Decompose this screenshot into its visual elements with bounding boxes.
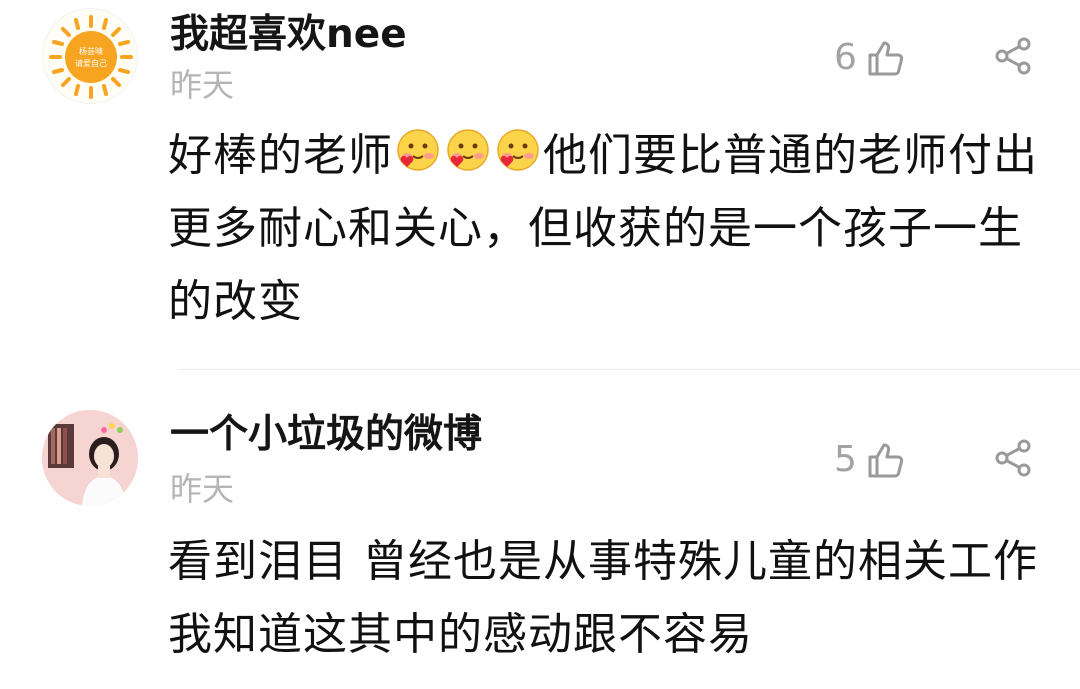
share-button[interactable] xyxy=(993,438,1033,482)
blushing-heart-emoji-icon xyxy=(394,125,442,173)
photo-avatar-icon xyxy=(42,410,138,506)
thumbs-up-icon xyxy=(868,443,903,478)
share-button[interactable] xyxy=(993,36,1033,80)
share-icon xyxy=(995,439,1031,477)
username[interactable]: 一个小垃圾的微博 xyxy=(170,411,482,459)
avatar-logo-text-1: 杨芸晴 xyxy=(79,46,103,56)
comment-text: 好棒的老师 他们要比普通的老师付出更多耐心和关心，但收获的是一个孩子一生的改变 xyxy=(168,119,1048,338)
avatar[interactable] xyxy=(42,410,138,506)
like-button[interactable]: 6 xyxy=(834,36,905,80)
comment-item: 一个小垃圾的微博 昨天 5 看到泪目 曾经也是从事特殊儿童的相关工作 我知道这其… xyxy=(0,370,1080,689)
blushing-heart-emoji-icon xyxy=(444,125,492,173)
like-button[interactable]: 5 xyxy=(834,438,905,482)
like-count: 6 xyxy=(834,37,857,78)
like-count: 5 xyxy=(834,439,857,480)
timestamp: 昨天 xyxy=(170,66,235,104)
timestamp: 昨天 xyxy=(170,470,235,508)
comment-text-part: 好棒的老师 xyxy=(168,130,393,181)
avatar[interactable]: 杨芸晴 请爱自己 xyxy=(42,8,138,104)
comment-item: 杨芸晴 请爱自己 我超喜欢nee 昨天 6 好棒的老师 他们要比普通的老师付出更多… xyxy=(0,0,1080,370)
thumbs-up-icon xyxy=(868,41,903,76)
sun-logo-icon: 杨芸晴 请爱自己 xyxy=(49,15,133,99)
username[interactable]: 我超喜欢nee xyxy=(170,11,407,59)
share-icon xyxy=(995,37,1031,75)
comment-text: 看到泪目 曾经也是从事特殊儿童的相关工作 我知道这其中的感动跟不容易 xyxy=(168,536,1038,660)
blushing-heart-emoji-icon xyxy=(494,125,542,173)
avatar-logo-text-2: 请爱自己 xyxy=(75,58,107,68)
